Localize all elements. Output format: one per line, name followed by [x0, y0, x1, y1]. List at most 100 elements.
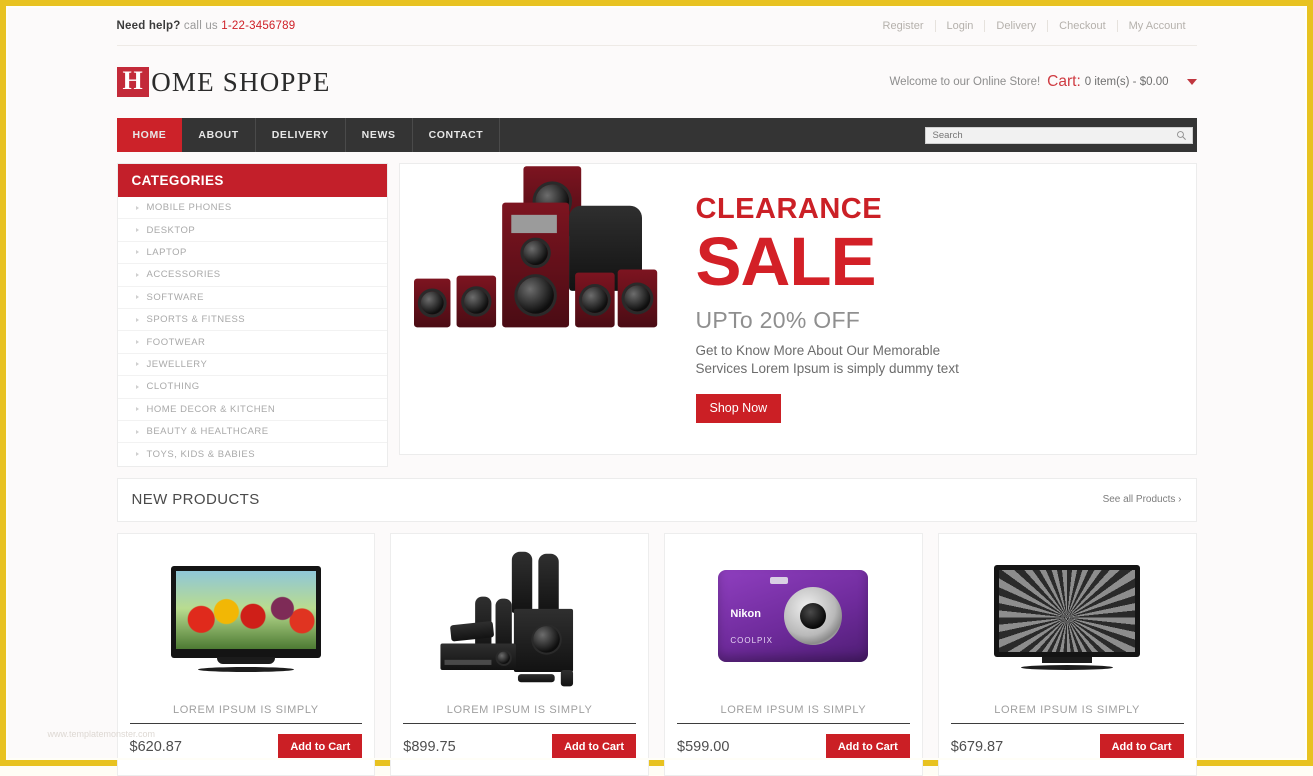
cart-label: Cart: [1047, 73, 1081, 91]
sidebar-item-home-decor-kitchen[interactable]: HOME DECOR & KITCHEN [118, 399, 387, 421]
logo-initial: H [117, 67, 150, 97]
sidebar-item-mobile-phones[interactable]: MOBILE PHONES [118, 197, 387, 219]
chevron-right-icon [136, 430, 139, 434]
sidebar-item-label: CLOTHING [147, 381, 200, 392]
slide-eyebrow: CLEARANCE [696, 195, 1197, 224]
sidebar-item-label: DESKTOP [147, 225, 196, 236]
slide-1-text: CLEARANCE SALE UPTo 20% OFF Get to Know … [674, 195, 1197, 423]
product-card[interactable]: LOREM IPSUM IS SIMPLY $899.75 Add to Car… [390, 533, 649, 776]
product-card[interactable]: LOREM IPSUM IS SIMPLY $620.87 Add to Car… [117, 533, 376, 776]
top-links: Register Login Delivery Checkout My Acco… [872, 20, 1197, 32]
sidebar-item-toys-kids-babies[interactable]: TOYS, KIDS & BABIES [118, 443, 387, 465]
top-link-register[interactable]: Register [872, 20, 935, 32]
product-name: LOREM IPSUM IS SIMPLY [677, 704, 910, 716]
top-link-checkout[interactable]: Checkout [1047, 20, 1116, 32]
promo-carousel[interactable]: CLEARANCE SALE UPTo 20% OFF Get to Know … [399, 163, 1197, 455]
shop-now-button[interactable]: Shop Now [696, 394, 782, 423]
categories-title: CATEGORIES [118, 164, 387, 197]
add-to-cart-button[interactable]: Add to Cart [826, 734, 910, 760]
product-image-led-television [130, 544, 363, 692]
page-frame: Need help? call us 1-22-3456789 Register… [0, 0, 1313, 766]
product-price: $679.87 [951, 739, 1003, 755]
main-navigation: HOME ABOUT DELIVERY NEWS CONTACT [117, 118, 1197, 152]
sidebar-item-label: MOBILE PHONES [147, 202, 232, 213]
chevron-right-icon [136, 407, 139, 411]
sidebar-item-accessories[interactable]: ACCESSORIES [118, 264, 387, 286]
carousel-slide-1: CLEARANCE SALE UPTo 20% OFF Get to Know … [400, 164, 1197, 454]
top-link-login[interactable]: Login [935, 20, 985, 32]
search-icon[interactable] [1176, 130, 1187, 141]
sidebar-item-software[interactable]: SOFTWARE [118, 287, 387, 309]
nav-item-home[interactable]: HOME [117, 118, 183, 152]
new-products-header: NEW PRODUCTS See all Products › [117, 478, 1197, 522]
nav-wrap: HOME ABOUT DELIVERY NEWS CONTACT [117, 118, 1197, 152]
need-help-label: Need help? [117, 20, 181, 32]
chevron-right-icon [136, 362, 139, 366]
nav-item-contact[interactable]: CONTACT [413, 118, 501, 152]
search-input[interactable] [926, 130, 1156, 141]
categories-list: MOBILE PHONES DESKTOP LAPTOP ACCESSORIES… [118, 197, 387, 466]
sidebar-item-footwear[interactable]: FOOTWEAR [118, 331, 387, 353]
nav-item-about[interactable]: ABOUT [182, 118, 255, 152]
sidebar-item-label: SPORTS & FITNESS [147, 314, 246, 325]
logo-text: OME SHOPPE [151, 67, 330, 98]
search-box[interactable] [925, 127, 1193, 144]
product-name: LOREM IPSUM IS SIMPLY [951, 704, 1184, 716]
product-price-row: $620.87 Add to Cart [130, 723, 363, 761]
product-image-home-theater-system [403, 544, 636, 692]
product-card[interactable]: LOREM IPSUM IS SIMPLY $679.87 Add to Car… [938, 533, 1197, 776]
cart-value: 0 item(s) - $0.00 [1085, 76, 1169, 88]
nav-item-delivery[interactable]: DELIVERY [256, 118, 346, 152]
image-watermark: www.templatemonster.com [48, 729, 156, 739]
product-price: $599.00 [677, 739, 729, 755]
product-price: $899.75 [403, 739, 455, 755]
product-grid: LOREM IPSUM IS SIMPLY $620.87 Add to Car… [117, 533, 1197, 776]
site-logo[interactable]: H OME SHOPPE [117, 67, 331, 98]
sidebar-item-clothing[interactable]: CLOTHING [118, 376, 387, 398]
top-link-my-account[interactable]: My Account [1117, 20, 1197, 32]
chevron-right-icon [136, 228, 139, 232]
chevron-right-icon [136, 250, 139, 254]
phone-number: 1-22-3456789 [221, 20, 295, 32]
nav-item-news[interactable]: NEWS [346, 118, 413, 152]
add-to-cart-button[interactable]: Add to Cart [1100, 734, 1184, 760]
chevron-right-icon [136, 385, 139, 389]
search-wrap [925, 118, 1197, 152]
need-help-text: Need help? call us 1-22-3456789 [117, 20, 296, 32]
product-name: LOREM IPSUM IS SIMPLY [403, 704, 636, 716]
slide-headline: SALE [696, 226, 1197, 298]
topbar: Need help? call us 1-22-3456789 Register… [117, 6, 1197, 46]
main-row: CATEGORIES MOBILE PHONES DESKTOP LAPTOP … [117, 163, 1197, 467]
sidebar-item-sports-fitness[interactable]: SPORTS & FITNESS [118, 309, 387, 331]
slide-description: Get to Know More About Our Memorable Ser… [696, 342, 986, 379]
sidebar-item-label: ACCESSORIES [147, 269, 221, 280]
add-to-cart-button[interactable]: Add to Cart [552, 734, 636, 760]
chevron-right-icon [136, 295, 139, 299]
product-image-computer-monitor [951, 544, 1184, 692]
cart-summary[interactable]: Welcome to our Online Store! Cart: 0 ite… [890, 73, 1197, 91]
sidebar-item-label: HOME DECOR & KITCHEN [147, 404, 276, 415]
sidebar-item-jewellery[interactable]: JEWELLERY [118, 354, 387, 376]
product-price-row: $679.87 Add to Cart [951, 723, 1184, 761]
add-to-cart-button[interactable]: Add to Cart [278, 734, 362, 760]
sidebar-item-beauty-healthcare[interactable]: BEAUTY & HEALTHCARE [118, 421, 387, 443]
slide-offer: UPTo 20% OFF [696, 307, 1197, 334]
product-card[interactable]: Nikon COOLPIX LOREM IPSUM IS SIMPLY $599… [664, 533, 923, 776]
product-price-row: $599.00 Add to Cart [677, 723, 910, 761]
new-products-wrap: NEW PRODUCTS See all Products › LOREM IP… [117, 478, 1197, 776]
see-all-products-link[interactable]: See all Products › [1103, 494, 1182, 505]
chevron-right-icon [136, 273, 139, 277]
top-link-delivery[interactable]: Delivery [984, 20, 1047, 32]
product-price: $620.87 [130, 739, 182, 755]
chevron-right-icon [136, 452, 139, 456]
product-image-nikon-coolpix-camera: Nikon COOLPIX [677, 544, 910, 692]
sidebar-item-laptop[interactable]: LAPTOP [118, 242, 387, 264]
site-header: H OME SHOPPE Welcome to our Online Store… [117, 46, 1197, 118]
product-name: LOREM IPSUM IS SIMPLY [130, 704, 363, 716]
sidebar-item-desktop[interactable]: DESKTOP [118, 219, 387, 241]
chevron-down-icon[interactable] [1187, 79, 1197, 85]
sidebar-item-label: FOOTWEAR [147, 337, 206, 348]
chevron-right-icon [136, 340, 139, 344]
product-price-row: $899.75 Add to Cart [403, 723, 636, 761]
categories-sidebar: CATEGORIES MOBILE PHONES DESKTOP LAPTOP … [117, 163, 388, 467]
